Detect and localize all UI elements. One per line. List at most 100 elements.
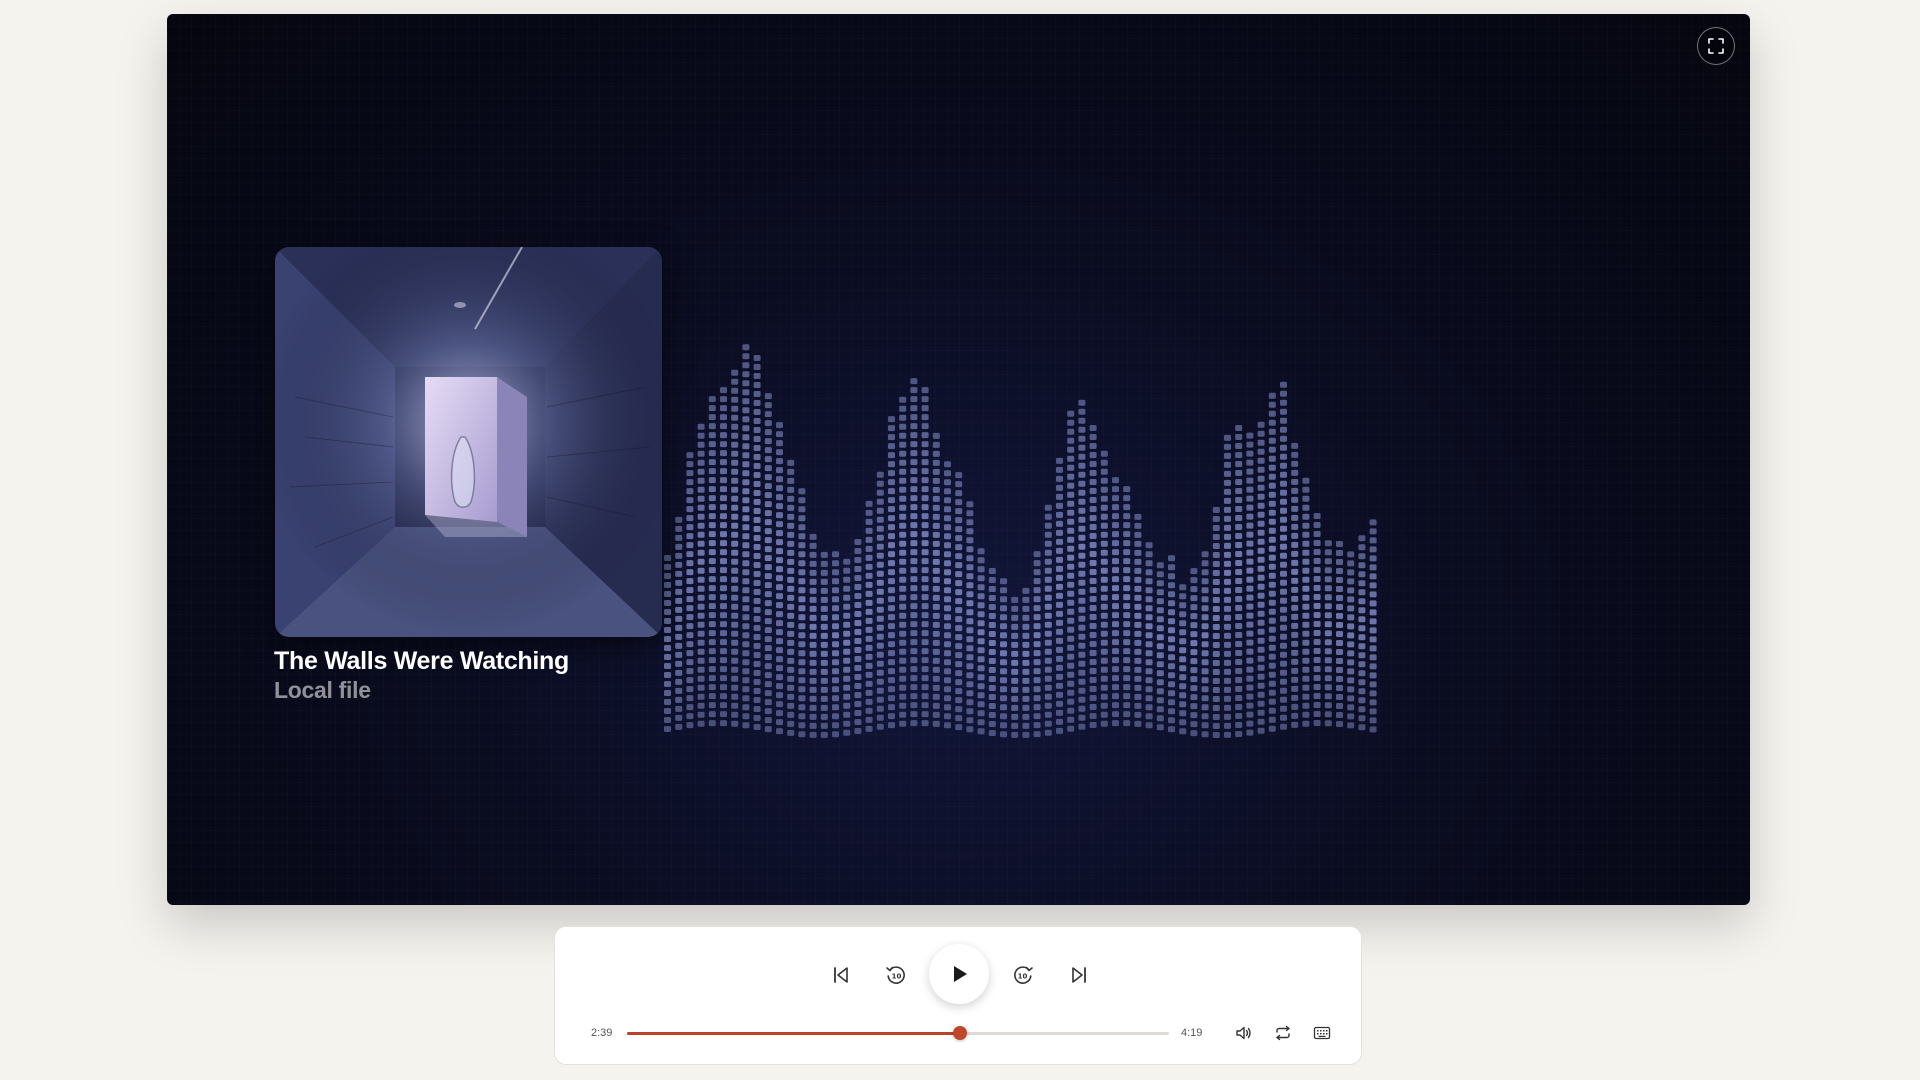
visualizer-dot [798,614,806,621]
visualizer-dot [1067,482,1075,489]
visualizer-dot [764,681,772,688]
visualizer-dot [966,708,974,715]
visualizer-dot [1280,426,1287,433]
visualizer-dot [1324,585,1332,592]
visualizer-dot [809,668,817,675]
visualizer-dot [820,677,828,684]
visualizer-dot [1134,612,1142,619]
visualizer-dot [944,587,951,594]
visualizer-dot [686,596,694,603]
visualizer-dot [865,572,873,579]
visualizer-dot [854,683,862,689]
visualizer-dot [966,510,974,517]
visualizer-dot [787,621,795,628]
visualizer-dot [865,617,873,624]
visualizer-dot [1224,722,1231,729]
visualizer-dot [876,651,884,658]
visualizer-dot [888,623,895,630]
next-track-button[interactable] [1067,963,1091,987]
visualizer-dot [888,434,895,441]
repeat-button[interactable] [1272,1022,1294,1044]
visualizer-dot [764,645,772,652]
visualizer-dot [899,531,907,538]
visualizer-dot [798,524,806,531]
play-button[interactable] [929,944,989,1004]
visualizer-dot [1078,651,1086,658]
visualizer-dot [1089,623,1097,629]
visualizer-dot [1268,428,1276,435]
visualizer-dot [664,636,671,642]
visualizer-dot [787,558,795,565]
visualizer-dot [787,666,795,673]
visualizer-dot [1056,592,1063,599]
visualizer-dot [1257,421,1265,428]
visualizer-dot [1168,690,1175,697]
visualizer-dot [1212,552,1220,558]
visualizer-dot [742,542,750,549]
visualizer-dot [1078,669,1086,676]
visualizer-dot [1212,633,1220,639]
previous-track-button[interactable] [829,963,853,987]
visualizer-dot [1067,590,1075,597]
visualizer-dot [787,549,795,556]
visualizer-dot [1246,558,1254,565]
visualizer-dot [1336,685,1343,691]
visualizer-dot [764,690,772,697]
visualizer-dot [1313,558,1321,564]
visualizer-dot [1201,695,1209,702]
visualizer-dot [1067,455,1075,462]
rewind-10-button[interactable]: 10 [883,962,909,988]
visualizer-dot [1123,666,1131,673]
visualizer-dot [1011,677,1019,684]
visualizer-dot [1100,540,1108,547]
visualizer-dot [686,668,694,675]
visualizer-dot [1224,731,1231,738]
visualizer-dot [955,481,963,488]
visualizer-dot [731,522,739,529]
visualizer-dot [776,683,783,690]
visualizer-dot [764,465,772,472]
visualizer-dot [1358,562,1366,569]
visualizer-dot [720,540,727,547]
visualizer-dot [1156,661,1164,668]
visualizer-dot [1056,511,1063,518]
visualizer-dot [820,551,828,558]
visualizer-dot [1134,648,1142,655]
visualizer-dot [843,720,851,727]
visualizer-dot [1358,571,1366,578]
visualizer-bar [731,369,739,727]
visualizer-dot [1246,468,1254,475]
visualizer-dot [966,591,974,598]
visualizer-dot [708,486,716,493]
visualizer-bar [1246,432,1254,736]
visualizer-dot [764,654,772,661]
visualizer-dot [1044,540,1052,547]
visualizer-dot [1056,574,1063,581]
visualizer-dot [753,580,761,586]
progress-thumb[interactable] [952,1026,967,1040]
progress-slider[interactable] [627,1026,1169,1040]
forward-10-button[interactable]: 10 [1010,962,1036,988]
visualizer-dot [720,405,727,412]
visualizer-dot [1100,495,1108,502]
visualizer-dot [1235,452,1243,458]
visualizer-dot [1291,676,1299,683]
visualizer-dot [1257,457,1265,464]
visualizer-bar [1123,486,1131,727]
volume-button[interactable] [1233,1022,1255,1044]
visualizer-dot [1291,703,1299,710]
visualizer-dot [731,405,739,412]
visualizer-dot [1336,721,1343,727]
fullscreen-button[interactable] [1697,27,1735,65]
keyboard-shortcuts-button[interactable] [1311,1022,1333,1044]
visualizer-dot [776,422,783,429]
visualizer-dot [731,486,739,493]
visualizer-dot [697,639,705,646]
visualizer-dot [742,371,750,378]
visualizer-dot [720,585,727,592]
visualizer-dot [1268,617,1276,624]
visualizer-bar [1347,551,1355,729]
visualizer-dot [708,648,716,655]
visualizer-dot [1033,641,1041,648]
visualizer-dot [1369,528,1377,535]
